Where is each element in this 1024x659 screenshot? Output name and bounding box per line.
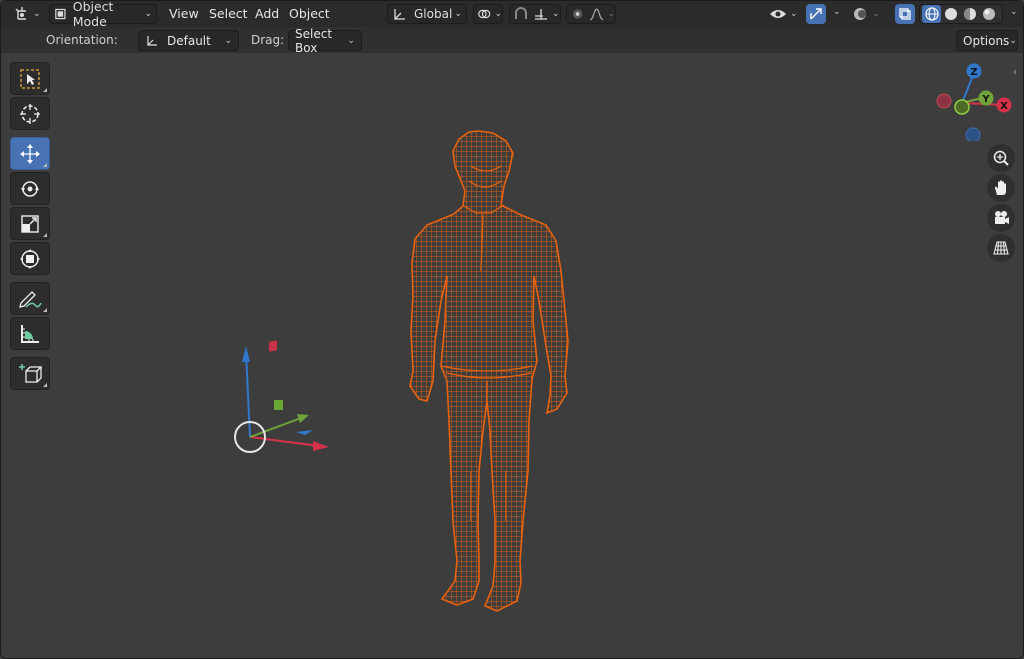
object-visibility-selector[interactable]: ⌄ <box>767 4 801 24</box>
neg-x-axis-ball[interactable] <box>936 93 952 109</box>
rendered-sphere-icon <box>982 8 995 20</box>
shading-mode-selector[interactable] <box>919 4 1003 24</box>
tool-settings-bar: Orientation: Default ⌄ Drag: Select Box … <box>1 27 1023 55</box>
navigation-gizmo[interactable]: Z Y X <box>931 61 1021 141</box>
pivot-point-selector[interactable]: ⌄ <box>473 4 503 24</box>
y-axis-label: Y <box>981 94 990 105</box>
chevron-down-icon: ⌄ <box>347 35 355 46</box>
z-axis-label: Z <box>970 67 977 78</box>
move-arrows-icon <box>20 143 40 164</box>
orientation-label: Orientation: <box>46 33 118 47</box>
menu-add[interactable]: Add <box>255 6 279 21</box>
wireframe-shading-button[interactable] <box>922 5 941 23</box>
overlays-selector[interactable]: ⌄ <box>849 4 885 24</box>
chevron-down-icon: ⌄ <box>607 9 615 19</box>
camera-icon <box>995 211 1009 224</box>
orientation-label: Global <box>414 7 453 21</box>
rendered-shading-button[interactable] <box>979 5 998 23</box>
chevron-down-icon: ⌄ <box>790 9 798 19</box>
drag-label: Drag: <box>251 33 285 47</box>
wireframe-sphere-icon <box>924 7 939 21</box>
gizmo-arrows-icon <box>810 8 822 20</box>
blender-3d-viewport: ⌄ Object Mode ⌄ View Select Add Object G… <box>0 0 1024 659</box>
chevron-down-icon: ⌄ <box>144 9 152 19</box>
solid-sphere-icon <box>944 8 957 20</box>
camera-view-button[interactable] <box>987 204 1015 232</box>
solid-shading-button[interactable] <box>941 5 960 23</box>
move-tool[interactable] <box>10 137 50 170</box>
editor-type-selector[interactable]: ⌄ <box>10 4 42 24</box>
neg-z-axis-ball[interactable] <box>965 127 981 141</box>
drag-dropdown[interactable]: Select Box ⌄ <box>288 27 362 55</box>
select-box-icon <box>20 68 40 89</box>
transform-icon <box>20 248 40 269</box>
chevron-down-icon: ⌄ <box>494 9 502 19</box>
options-label: Options <box>963 33 1010 48</box>
orientation-value: Default <box>167 33 211 48</box>
zoom-button[interactable] <box>987 144 1015 172</box>
transform-tool[interactable] <box>10 242 50 275</box>
annotate-tool[interactable] <box>10 282 50 315</box>
menu-view[interactable]: View <box>169 6 199 21</box>
scale-icon <box>21 214 39 233</box>
transform-orientation-selector[interactable]: Global ⌄ <box>387 4 467 24</box>
orientation-axis-icon <box>147 35 157 46</box>
xray-icon <box>899 8 911 20</box>
gizmo-dropdown-chevron-icon[interactable]: ⌄ <box>833 7 841 17</box>
mode-selector[interactable]: Object Mode ⌄ <box>49 1 157 29</box>
object-transform-gizmo[interactable] <box>234 340 329 453</box>
annotate-pencil-icon <box>19 290 42 308</box>
snap-increment-icon <box>535 9 547 20</box>
snap-magnet-icon <box>515 7 527 19</box>
measure-ruler-icon <box>21 324 39 343</box>
snapping-controls[interactable]: ⌄ <box>509 4 561 24</box>
neg-y-axis-ball[interactable] <box>954 99 970 115</box>
rotate-tool[interactable] <box>10 172 50 205</box>
chevron-down-icon: ⌄ <box>224 35 232 46</box>
chevron-down-icon: ⌄ <box>872 9 880 19</box>
proportional-edit-icon <box>572 9 583 19</box>
wireframe-human-mesh[interactable] <box>401 121 581 621</box>
rotate-icon <box>21 180 39 197</box>
falloff-curve-icon <box>589 8 604 21</box>
proportional-editing-controls[interactable]: ⌄ <box>566 4 616 24</box>
add-cube-tool[interactable] <box>10 357 50 390</box>
perspective-grid-icon <box>993 241 1009 255</box>
sidebar-toggle-chevron-icon[interactable]: ‹ <box>1013 67 1023 81</box>
x-axis-label: X <box>1000 101 1008 112</box>
global-axis-icon <box>394 9 405 20</box>
drag-value: Select Box <box>295 26 333 55</box>
orientation-dropdown[interactable]: Default ⌄ <box>138 30 239 51</box>
material-sphere-icon <box>963 8 976 20</box>
3d-viewport-icon <box>15 7 26 20</box>
eye-icon <box>770 10 786 18</box>
chevron-down-icon: ⌄ <box>552 9 560 19</box>
overlays-icon <box>854 8 866 20</box>
gizmo-toggle[interactable] <box>806 4 826 24</box>
pan-button[interactable] <box>987 174 1015 202</box>
measure-tool[interactable] <box>10 317 50 350</box>
viewport-canvas[interactable] <box>1 1 1023 658</box>
3d-cursor-icon <box>20 103 40 124</box>
chevron-down-icon: ⌄ <box>454 9 462 19</box>
hand-icon <box>995 180 1006 195</box>
options-dropdown[interactable]: Options ⌄ <box>956 30 1018 51</box>
perspective-toggle-button[interactable] <box>987 234 1015 262</box>
menu-object[interactable]: Object <box>289 6 330 21</box>
chevron-down-icon: ⌄ <box>1009 35 1017 46</box>
object-mode-icon <box>55 8 66 20</box>
zoom-magnifier-icon <box>993 150 1009 166</box>
chevron-down-icon: ⌄ <box>33 9 41 19</box>
menu-select[interactable]: Select <box>209 6 248 21</box>
cursor-tool[interactable] <box>10 97 50 130</box>
mode-label: Object Mode <box>72 0 114 29</box>
add-cube-icon <box>19 363 42 383</box>
xray-toggle[interactable] <box>895 4 915 24</box>
shading-dropdown-chevron-icon[interactable]: ⌄ <box>1010 7 1018 17</box>
pivot-link-icon <box>478 9 491 19</box>
scale-tool[interactable] <box>10 207 50 240</box>
viewport-header: ⌄ Object Mode ⌄ View Select Add Object G… <box>1 1 1023 29</box>
material-shading-button[interactable] <box>960 5 979 23</box>
select-box-tool[interactable] <box>10 62 50 95</box>
